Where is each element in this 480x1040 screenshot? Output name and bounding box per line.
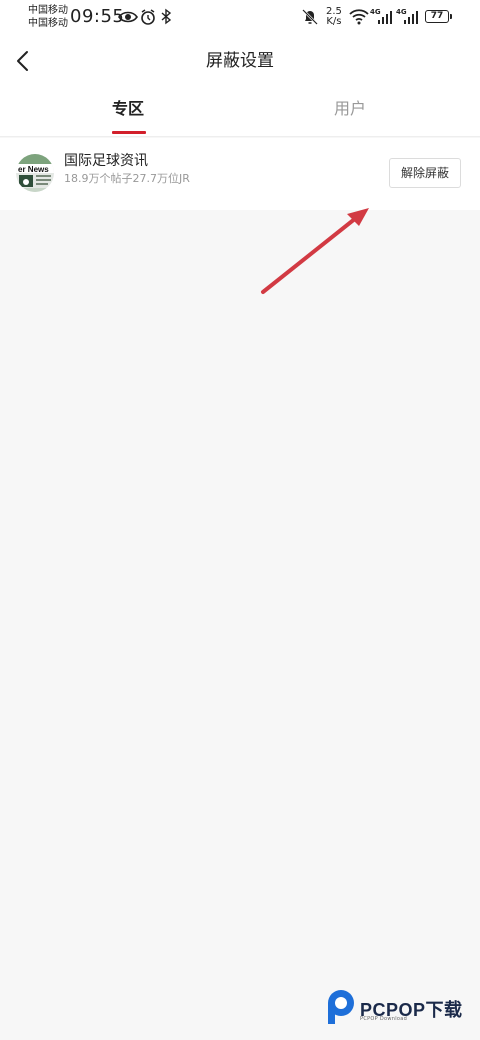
tab-bar: 专区 用户 — [0, 86, 480, 137]
carrier-labels: 中国移动 中国移动 — [28, 4, 68, 30]
signal-icon-2 — [404, 11, 418, 24]
thumbnail-text: er News — [18, 165, 49, 174]
watermark: PCPOP下载 PCPOP Download — [324, 988, 474, 1028]
list-item: er News 国际足球资讯 18.9万个帖子27.7万位JR 解除屏蔽 — [0, 138, 480, 210]
zone-thumbnail: er News — [16, 154, 54, 192]
status-bar: 中国移动 中国移动 09:55 2.5 K/s 4G 4G 77 — [0, 0, 480, 36]
wifi-icon — [349, 9, 369, 25]
alarm-icon — [141, 9, 155, 25]
zone-name: 国际足球资讯 — [64, 153, 148, 169]
mute-bell-icon — [302, 9, 318, 25]
carrier-2: 中国移动 — [28, 18, 68, 29]
tab-zone[interactable]: 专区 — [112, 98, 144, 120]
watermark-sub: PCPOP Download — [360, 1016, 408, 1022]
annotation-arrow-icon — [261, 208, 369, 294]
page-title: 屏蔽设置 — [206, 51, 274, 71]
pcpop-logo-icon — [328, 990, 354, 1024]
app-header: 屏蔽设置 — [0, 36, 480, 86]
bluetooth-icon — [161, 8, 172, 25]
active-tab-indicator — [112, 131, 146, 134]
network-speed: 2.5 K/s — [326, 7, 342, 27]
zone-stats: 18.9万个帖子27.7万位JR — [64, 172, 190, 185]
status-time: 09:55 — [70, 6, 125, 27]
signal-icon-1 — [378, 11, 392, 24]
carrier-1: 中国移动 — [28, 5, 68, 16]
unblock-button[interactable]: 解除屏蔽 — [389, 158, 461, 188]
battery-icon: 77 — [425, 10, 452, 23]
battery-level: 77 — [430, 11, 444, 21]
speed-unit: K/s — [326, 16, 342, 27]
newspaper-thumbnail-image: er News — [16, 154, 54, 192]
tab-user[interactable]: 用户 — [334, 98, 366, 120]
eye-icon — [118, 11, 138, 23]
